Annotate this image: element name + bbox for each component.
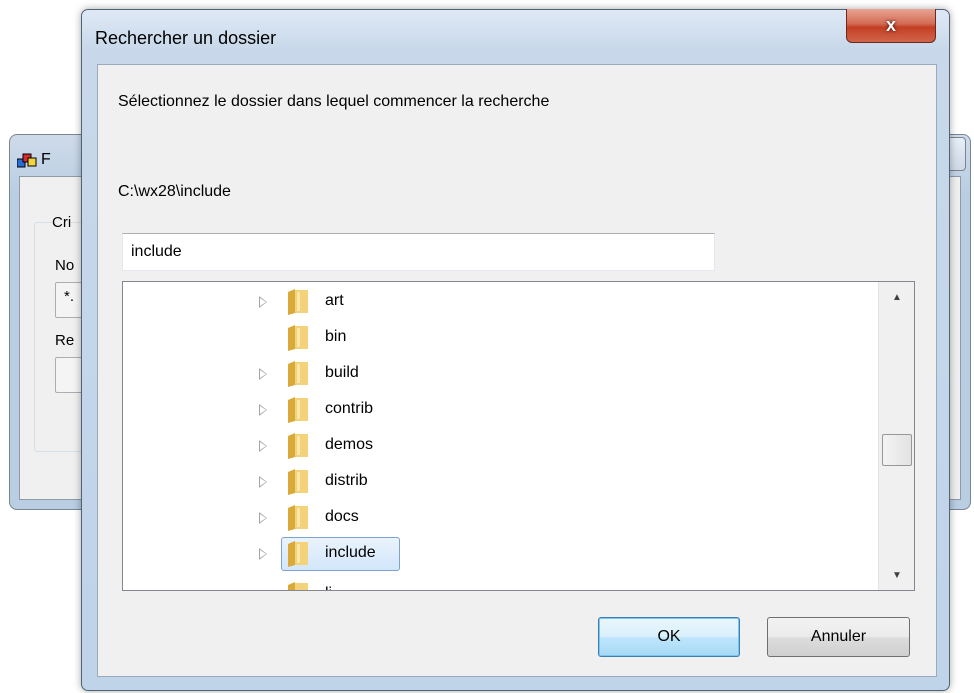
- tree-item-label: distrib: [325, 472, 368, 489]
- folder-icon: [288, 361, 308, 387]
- folder-tree[interactable]: art bin build contrib demos distrib docs includ…: [122, 281, 915, 591]
- tree-item-label: demos: [325, 436, 374, 453]
- tree-item-distrib[interactable]: distrib: [123, 465, 873, 499]
- cancel-button[interactable]: Annuler: [767, 617, 910, 657]
- scroll-up-arrow-icon[interactable]: ▲: [879, 282, 914, 312]
- tree-item-label: build: [325, 364, 359, 381]
- tree-item-label: art: [325, 292, 344, 309]
- expand-arrow-icon[interactable]: [259, 548, 267, 560]
- expand-arrow-icon[interactable]: [259, 476, 267, 488]
- background-field-label-re: Re: [55, 332, 75, 349]
- background-group-label: Cri: [52, 214, 72, 231]
- folder-icon: [288, 397, 308, 423]
- folder-icon: [288, 505, 308, 531]
- folder-icon: [288, 433, 308, 459]
- folder-icon: [288, 469, 308, 495]
- folder-name-input[interactable]: [122, 233, 715, 271]
- close-button[interactable]: x: [846, 9, 936, 43]
- folder-icon: [288, 289, 308, 315]
- background-field-label-name: No: [55, 257, 75, 274]
- tree-item-include[interactable]: include: [123, 537, 873, 571]
- tree-item-partial[interactable]: li: [123, 578, 873, 590]
- tree-item-label: li: [325, 585, 332, 590]
- scroll-thumb[interactable]: [882, 434, 912, 466]
- dialog-title: Rechercher un dossier: [95, 28, 277, 48]
- tree-item-label: docs: [325, 508, 359, 525]
- scroll-down-arrow-icon[interactable]: ▼: [879, 560, 914, 590]
- folder-icon: [288, 582, 308, 590]
- tree-scrollbar[interactable]: ▲ ▼: [878, 282, 914, 590]
- tree-item-build[interactable]: build: [123, 357, 873, 391]
- tree-item-docs[interactable]: docs: [123, 501, 873, 535]
- expand-arrow-icon[interactable]: [259, 512, 267, 524]
- expand-arrow-icon[interactable]: [259, 296, 267, 308]
- instruction-text: Sélectionnez le dossier dans lequel comm…: [118, 93, 550, 110]
- ok-button[interactable]: OK: [598, 617, 740, 657]
- app-icon: [17, 153, 37, 168]
- close-icon: x: [885, 15, 896, 35]
- background-window-title: F: [41, 151, 51, 168]
- expand-arrow-icon[interactable]: [259, 368, 267, 380]
- folder-icon: [288, 541, 308, 567]
- tree-item-label: contrib: [325, 400, 374, 417]
- current-path-label: C:\wx28\include: [118, 183, 231, 200]
- tree-item-demos[interactable]: demos: [123, 429, 873, 463]
- background-name-field-value: *.: [64, 288, 75, 305]
- folder-icon: [288, 325, 308, 351]
- tree-item-art[interactable]: art: [123, 285, 873, 319]
- tree-item-label: bin: [325, 328, 347, 345]
- expand-arrow-icon[interactable]: [259, 404, 267, 416]
- tree-item-contrib[interactable]: contrib: [123, 393, 873, 427]
- expand-arrow-icon[interactable]: [259, 440, 267, 452]
- tree-item-label: include: [325, 544, 376, 561]
- tree-item-bin[interactable]: bin: [123, 321, 873, 355]
